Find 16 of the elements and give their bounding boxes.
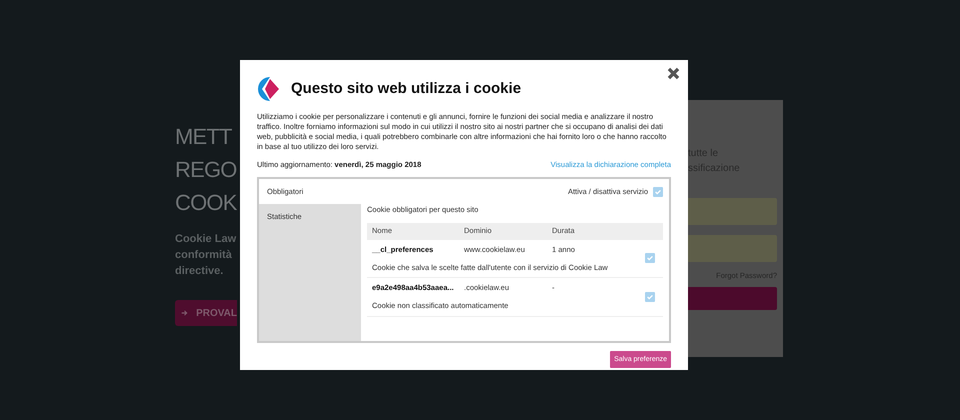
input-field[interactable]: [688, 235, 777, 262]
checkbox[interactable]: [645, 292, 655, 302]
hero-button[interactable]: PROVAL: [175, 300, 237, 326]
login-button[interactable]: [688, 287, 777, 310]
checkbox[interactable]: [653, 186, 663, 197]
checkbox[interactable]: [645, 253, 655, 264]
hero-heading-line: METT: [175, 123, 233, 151]
hero-text-line: directive.: [175, 264, 224, 279]
input-field[interactable]: [688, 198, 777, 225]
arrow-right-icon: [181, 309, 188, 317]
hero-heading-line: COOK: [175, 189, 238, 217]
dialog-title: Questo sito web utilizza i cookie: [291, 78, 522, 99]
hero-heading-line: REGO: [175, 156, 238, 184]
hero-text-line: Cookie Law: [175, 232, 238, 247]
hero-text-line: conformità: [175, 248, 233, 263]
close-icon[interactable]: [667, 67, 680, 80]
